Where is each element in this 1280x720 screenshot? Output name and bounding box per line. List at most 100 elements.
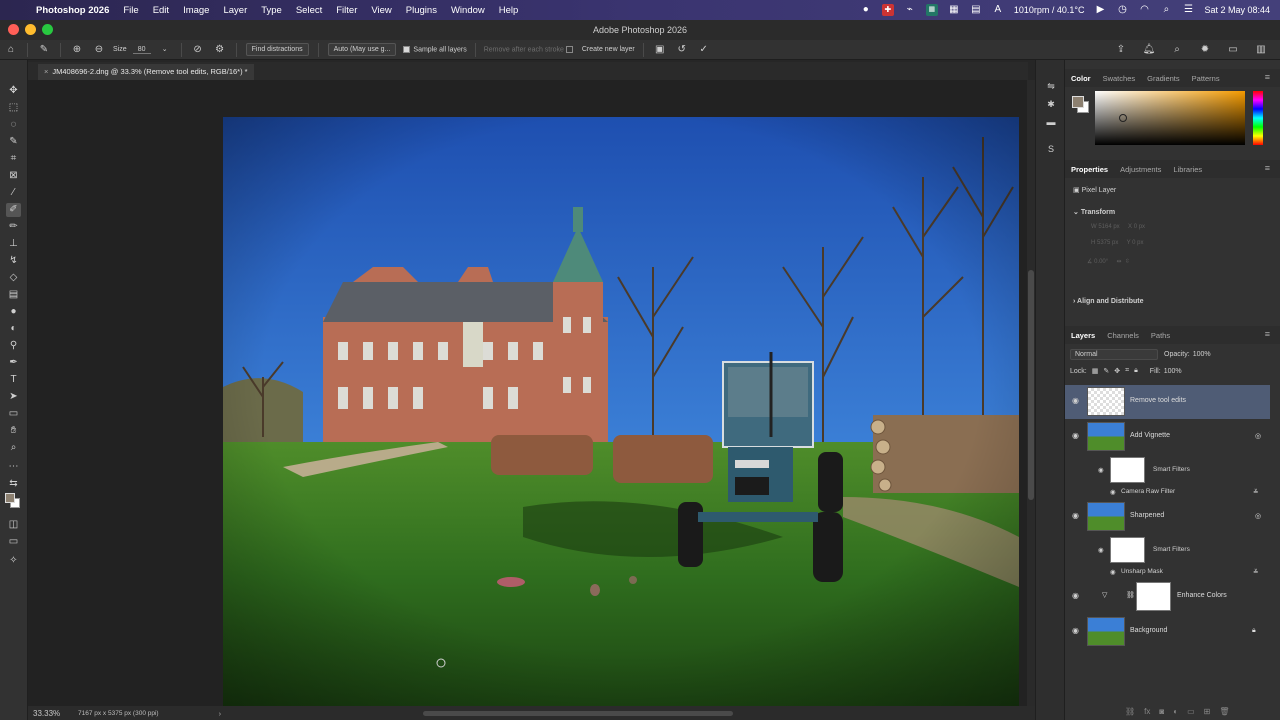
- filter-options-icon[interactable]: ≚: [1253, 568, 1258, 576]
- align-distribute-heading[interactable]: › Align and Distribute: [1073, 298, 1144, 305]
- eraser-tool-icon[interactable]: ◇: [6, 271, 21, 285]
- document-tab[interactable]: × JM408696-2.dng @ 33.3% (Remove tool edi…: [38, 64, 254, 80]
- filter-options-icon[interactable]: ≚: [1253, 488, 1258, 496]
- remove-tool-icon[interactable]: ✎: [37, 43, 51, 57]
- link-icon[interactable]: ⛓︎: [1126, 591, 1135, 599]
- menu-help[interactable]: Help: [499, 5, 519, 16]
- gradient-tool-icon[interactable]: ▤: [6, 288, 21, 302]
- panel-menu-icon[interactable]: ≡: [1265, 329, 1270, 339]
- canvas-area[interactable]: [28, 80, 1027, 706]
- vertical-scrollbar[interactable]: [1027, 80, 1035, 706]
- tab-properties[interactable]: Properties: [1071, 165, 1108, 174]
- add-brush-icon[interactable]: ⊕: [70, 43, 84, 57]
- discover-icon[interactable]: ✹: [1198, 43, 1212, 57]
- hand-tool-icon[interactable]: ✋︎: [6, 424, 21, 438]
- settings-gear-icon[interactable]: ⚙: [213, 43, 227, 57]
- frame-tool-icon[interactable]: ⊠: [6, 169, 21, 183]
- lock-all-icon[interactable]: 🔒︎: [1134, 367, 1138, 375]
- layer-name[interactable]: Remove tool edits: [1130, 397, 1186, 404]
- foreground-color-swatch[interactable]: [5, 493, 15, 503]
- zoom-level[interactable]: 33.33%: [28, 709, 68, 718]
- menu-plugins[interactable]: Plugins: [406, 5, 437, 16]
- dodge-tool-icon[interactable]: ◐: [6, 322, 21, 336]
- screen-mode-icon[interactable]: ▭: [6, 535, 21, 549]
- zoom-tool-icon[interactable]: ⌕: [6, 441, 21, 455]
- app-status-icon[interactable]: ✚: [881, 4, 894, 16]
- color-field-picker[interactable]: [1095, 91, 1245, 145]
- new-group-icon[interactable]: ▭: [1187, 707, 1195, 716]
- size-input[interactable]: 80: [132, 46, 151, 54]
- more-tools-icon[interactable]: ⋯: [6, 460, 21, 474]
- layer-name[interactable]: Sharpened: [1130, 512, 1164, 519]
- smart-filters-row-1[interactable]: ◉ Smart Filters: [1065, 457, 1270, 483]
- workspace-icon[interactable]: ▭: [1226, 43, 1240, 57]
- camera-raw-filter-row[interactable]: ◉ Camera Raw Filter ≚: [1065, 486, 1270, 498]
- search-icon[interactable]: ⌕: [1160, 4, 1172, 16]
- transform-height[interactable]: H 5375 px: [1091, 240, 1118, 246]
- wifi-icon[interactable]: ◠: [1138, 4, 1150, 16]
- add-mask-icon[interactable]: ◙: [1159, 707, 1164, 716]
- path-selection-tool-icon[interactable]: ➤: [6, 390, 21, 404]
- rectangle-tool-icon[interactable]: ▭: [6, 407, 21, 421]
- comments-panel-icon[interactable]: ▬: [1045, 116, 1057, 128]
- brush-tool-icon[interactable]: ✏: [6, 220, 21, 234]
- delete-layer-icon[interactable]: 🗑︎: [1219, 707, 1229, 716]
- subtract-brush-icon[interactable]: ⊖: [92, 43, 106, 57]
- pen-tool-icon[interactable]: ✒: [6, 356, 21, 370]
- menu-image[interactable]: Image: [183, 5, 209, 16]
- type-tool-icon[interactable]: T: [6, 373, 21, 387]
- filter-name[interactable]: Camera Raw Filter: [1121, 488, 1175, 495]
- vertical-scroll-thumb[interactable]: [1028, 270, 1034, 500]
- layer-remove-tool-edits[interactable]: ◉ Remove tool edits: [1065, 385, 1270, 419]
- tab-layers[interactable]: Layers: [1071, 331, 1095, 340]
- layer-sharpened[interactable]: ◉ Sharpened ◎: [1065, 500, 1270, 534]
- visibility-eye-icon[interactable]: ◉: [1072, 512, 1080, 520]
- history-panel-icon[interactable]: ⇋: [1045, 80, 1057, 92]
- adjustment-icon[interactable]: ◐: [1173, 707, 1178, 716]
- close-tab-icon[interactable]: ×: [44, 67, 48, 76]
- layout-icon[interactable]: ▤: [970, 4, 982, 16]
- record-icon[interactable]: ●: [860, 4, 872, 16]
- lock-transparent-icon[interactable]: ▦: [1092, 367, 1099, 375]
- visibility-eye-icon[interactable]: ◉: [1110, 568, 1116, 576]
- menu-layer[interactable]: Layer: [223, 5, 247, 16]
- history-brush-tool-icon[interactable]: ↯: [6, 254, 21, 268]
- undo-icon[interactable]: ↺: [675, 43, 689, 57]
- grid-icon[interactable]: ▦: [948, 4, 960, 16]
- visibility-eye-icon[interactable]: ◉: [1072, 397, 1080, 405]
- pressure-icon[interactable]: ⊘: [191, 43, 205, 57]
- filter-name[interactable]: Unsharp Mask: [1121, 568, 1163, 575]
- quick-select-tool-icon[interactable]: ✎: [6, 135, 21, 149]
- time-machine-icon[interactable]: ◷: [1116, 4, 1128, 16]
- visibility-eye-icon[interactable]: ◉: [1072, 592, 1080, 600]
- comment-icon[interactable]: ▣: [653, 43, 667, 57]
- mode-dropdown[interactable]: Auto (May use g...: [327, 43, 397, 56]
- layout-toggle-icon[interactable]: ▥: [1254, 43, 1268, 57]
- smart-filters-row-2[interactable]: ◉ Smart Filters: [1065, 537, 1270, 563]
- menu-filter[interactable]: Filter: [336, 5, 357, 16]
- close-window-button[interactable]: [8, 24, 19, 35]
- eyedropper-tool-icon[interactable]: ⁄: [6, 186, 21, 200]
- status-menu-arrow-icon[interactable]: ›: [219, 709, 222, 718]
- find-distractions-button[interactable]: Find distractions: [245, 43, 309, 56]
- transform-y[interactable]: Y 0 px: [1127, 240, 1144, 246]
- stock-panel-icon[interactable]: S: [1045, 143, 1057, 155]
- visibility-eye-icon[interactable]: ◉: [1110, 488, 1116, 496]
- menu-window[interactable]: Window: [451, 5, 485, 16]
- sample-all-layers-checkbox[interactable]: Sample all layers: [403, 45, 467, 53]
- layer-add-vignette[interactable]: ◉ Add Vignette ◎: [1065, 420, 1270, 454]
- visibility-eye-icon[interactable]: ◉: [1072, 432, 1080, 440]
- clone-stamp-tool-icon[interactable]: ⊥: [6, 237, 21, 251]
- marquee-tool-icon[interactable]: ⬚: [6, 101, 21, 115]
- menu-type[interactable]: Type: [261, 5, 282, 16]
- menu-select[interactable]: Select: [296, 5, 322, 16]
- new-layer-icon[interactable]: ⊞: [1204, 707, 1211, 716]
- fx-icon[interactable]: fx: [1144, 707, 1150, 716]
- lock-artboard-icon[interactable]: ⌗: [1125, 367, 1129, 375]
- visibility-eye-icon[interactable]: ◉: [1098, 466, 1104, 474]
- tab-paths[interactable]: Paths: [1151, 331, 1170, 340]
- flip-horizontal-icon[interactable]: ⇹: [1116, 259, 1121, 265]
- fan-temperature-readout[interactable]: 1010rpm / 40.1°C: [1014, 5, 1085, 15]
- generative-icon[interactable]: ✧: [6, 554, 21, 568]
- quick-mask-icon[interactable]: ◫: [6, 518, 21, 532]
